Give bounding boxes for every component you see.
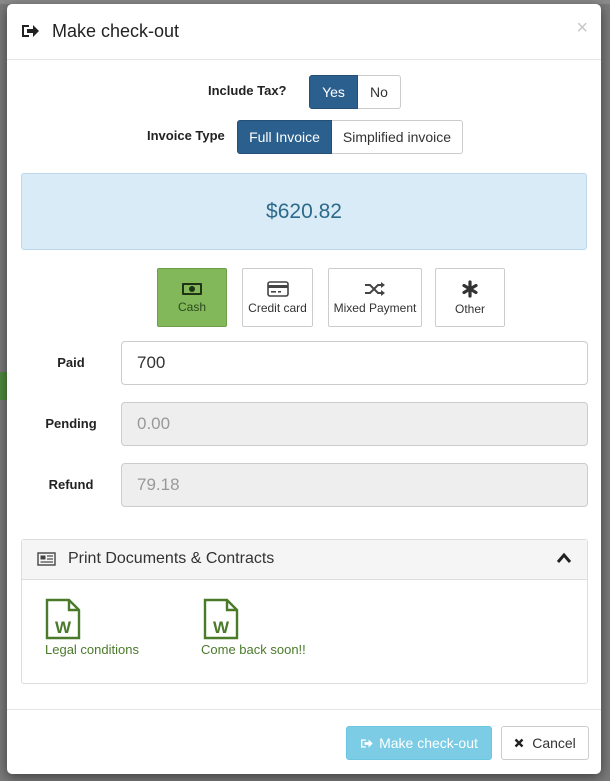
pending-label: Pending — [45, 416, 97, 431]
document-label: Come back soon!! — [201, 642, 306, 657]
tax-no-button[interactable]: No — [358, 75, 401, 109]
payment-credit-card-label: Credit card — [248, 300, 307, 315]
documents-panel-title: Print Documents & Contracts — [68, 550, 275, 567]
document-come-back-soon[interactable]: W Come back soon!! — [201, 598, 306, 657]
word-doc-icon: W — [45, 598, 81, 640]
refund-label: Refund — [48, 477, 94, 492]
sign-out-icon — [361, 738, 373, 748]
modal-title: Make check-out — [52, 21, 180, 41]
asterisk-icon — [462, 279, 478, 298]
paid-input[interactable] — [121, 341, 588, 385]
payment-cash-button[interactable]: Cash — [157, 268, 227, 327]
refund-input — [121, 463, 588, 507]
close-button[interactable]: × — [576, 18, 588, 38]
modal-footer: Make check-out Cancel — [7, 709, 601, 775]
svg-text:W: W — [55, 618, 72, 637]
make-checkout-button[interactable]: Make check-out — [346, 726, 492, 760]
svg-text:W: W — [213, 618, 230, 637]
invoice-type-toggle: Full Invoice Simplified invoice — [237, 120, 463, 154]
documents-panel-header[interactable]: Print Documents & Contracts — [22, 540, 587, 580]
chevron-up-icon[interactable] — [556, 552, 572, 564]
document-label: Legal conditions — [45, 642, 139, 657]
include-tax-label: Include Tax? — [208, 83, 287, 98]
total-amount: $620.82 — [21, 173, 587, 250]
close-icon — [514, 738, 524, 748]
credit-card-icon — [266, 280, 289, 297]
checkout-modal: Make check-out × Include Tax? Yes No Inv… — [7, 4, 601, 774]
document-legal-conditions[interactable]: W Legal conditions — [45, 598, 139, 657]
shuffle-icon — [365, 281, 385, 296]
full-invoice-button[interactable]: Full Invoice — [237, 120, 332, 154]
payment-mixed-button[interactable]: Mixed Payment — [328, 268, 422, 327]
newspaper-icon — [37, 552, 56, 566]
make-checkout-label: Make check-out — [379, 735, 478, 751]
payment-cash-label: Cash — [177, 299, 206, 314]
cancel-label: Cancel — [532, 735, 576, 751]
include-tax-toggle: Yes No — [309, 75, 401, 109]
paid-label: Paid — [57, 355, 85, 370]
simplified-invoice-button[interactable]: Simplified invoice — [332, 120, 463, 154]
cash-icon — [182, 282, 202, 295]
word-doc-icon: W — [203, 598, 239, 640]
payment-other-button[interactable]: Other — [435, 268, 505, 327]
documents-panel: Print Documents & Contracts W Legal cond… — [21, 539, 588, 684]
payment-mixed-label: Mixed Payment — [333, 300, 417, 315]
payment-other-label: Other — [454, 301, 485, 316]
pending-input — [121, 402, 588, 446]
cancel-button[interactable]: Cancel — [501, 726, 589, 760]
payment-credit-card-button[interactable]: Credit card — [242, 268, 313, 327]
sign-out-icon — [22, 25, 39, 37]
modal-header: Make check-out × — [7, 4, 601, 60]
tax-yes-button[interactable]: Yes — [309, 75, 358, 109]
invoice-type-label: Invoice Type — [147, 128, 225, 143]
